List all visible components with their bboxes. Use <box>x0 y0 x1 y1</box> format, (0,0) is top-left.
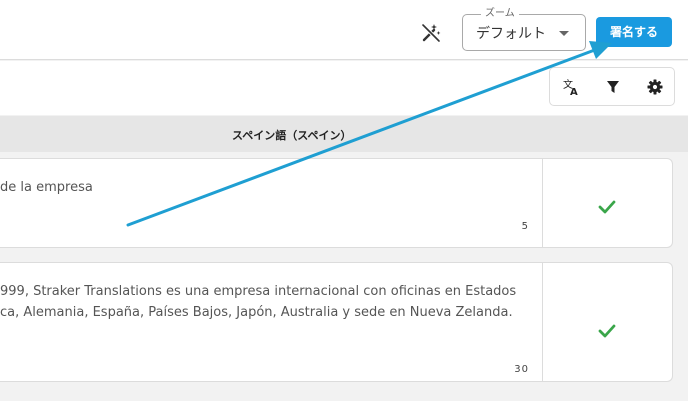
column-divider <box>542 263 543 381</box>
magic-wand-off-icon[interactable] <box>420 22 442 44</box>
zoom-select[interactable]: ズーム デフォルト <box>462 7 586 51</box>
word-count: 30 <box>514 364 529 375</box>
segment-text-line: 999, Straker Translations es una empresa… <box>0 284 517 299</box>
zoom-label: ズーム <box>481 7 519 21</box>
check-icon[interactable] <box>598 199 616 214</box>
segment-text-line: ca, Alemania, España, Países Bajos, Japó… <box>0 305 513 320</box>
zoom-value: デフォルト <box>476 26 546 42</box>
top-header: ズーム デフォルト 署名する <box>0 0 688 60</box>
sign-button[interactable]: 署名する <box>596 17 672 47</box>
segment-row[interactable]: 999, Straker Translations es una empresa… <box>0 262 673 382</box>
column-divider <box>542 159 543 247</box>
filter-icon[interactable] <box>603 77 623 97</box>
gear-icon[interactable] <box>645 77 665 97</box>
segment-row[interactable]: de la empresa 5 <box>0 158 673 248</box>
target-language-label: スペイン語（スペイン） <box>232 129 352 142</box>
check-icon[interactable] <box>598 323 616 338</box>
segment-target-text[interactable]: 999, Straker Translations es una empresa… <box>0 281 520 323</box>
svg-text:A: A <box>570 87 578 96</box>
toolbar-button-group: 文 A <box>549 67 675 106</box>
target-column-header: スペイン語（スペイン） <box>0 116 688 152</box>
chevron-down-icon <box>559 31 569 36</box>
editor-toolbar: 文 A <box>0 61 688 115</box>
word-count: 5 <box>521 221 529 232</box>
translate-icon[interactable]: 文 A <box>561 77 581 97</box>
segment-text-line: de la empresa <box>0 180 93 195</box>
segment-target-text[interactable]: de la empresa <box>0 177 520 198</box>
